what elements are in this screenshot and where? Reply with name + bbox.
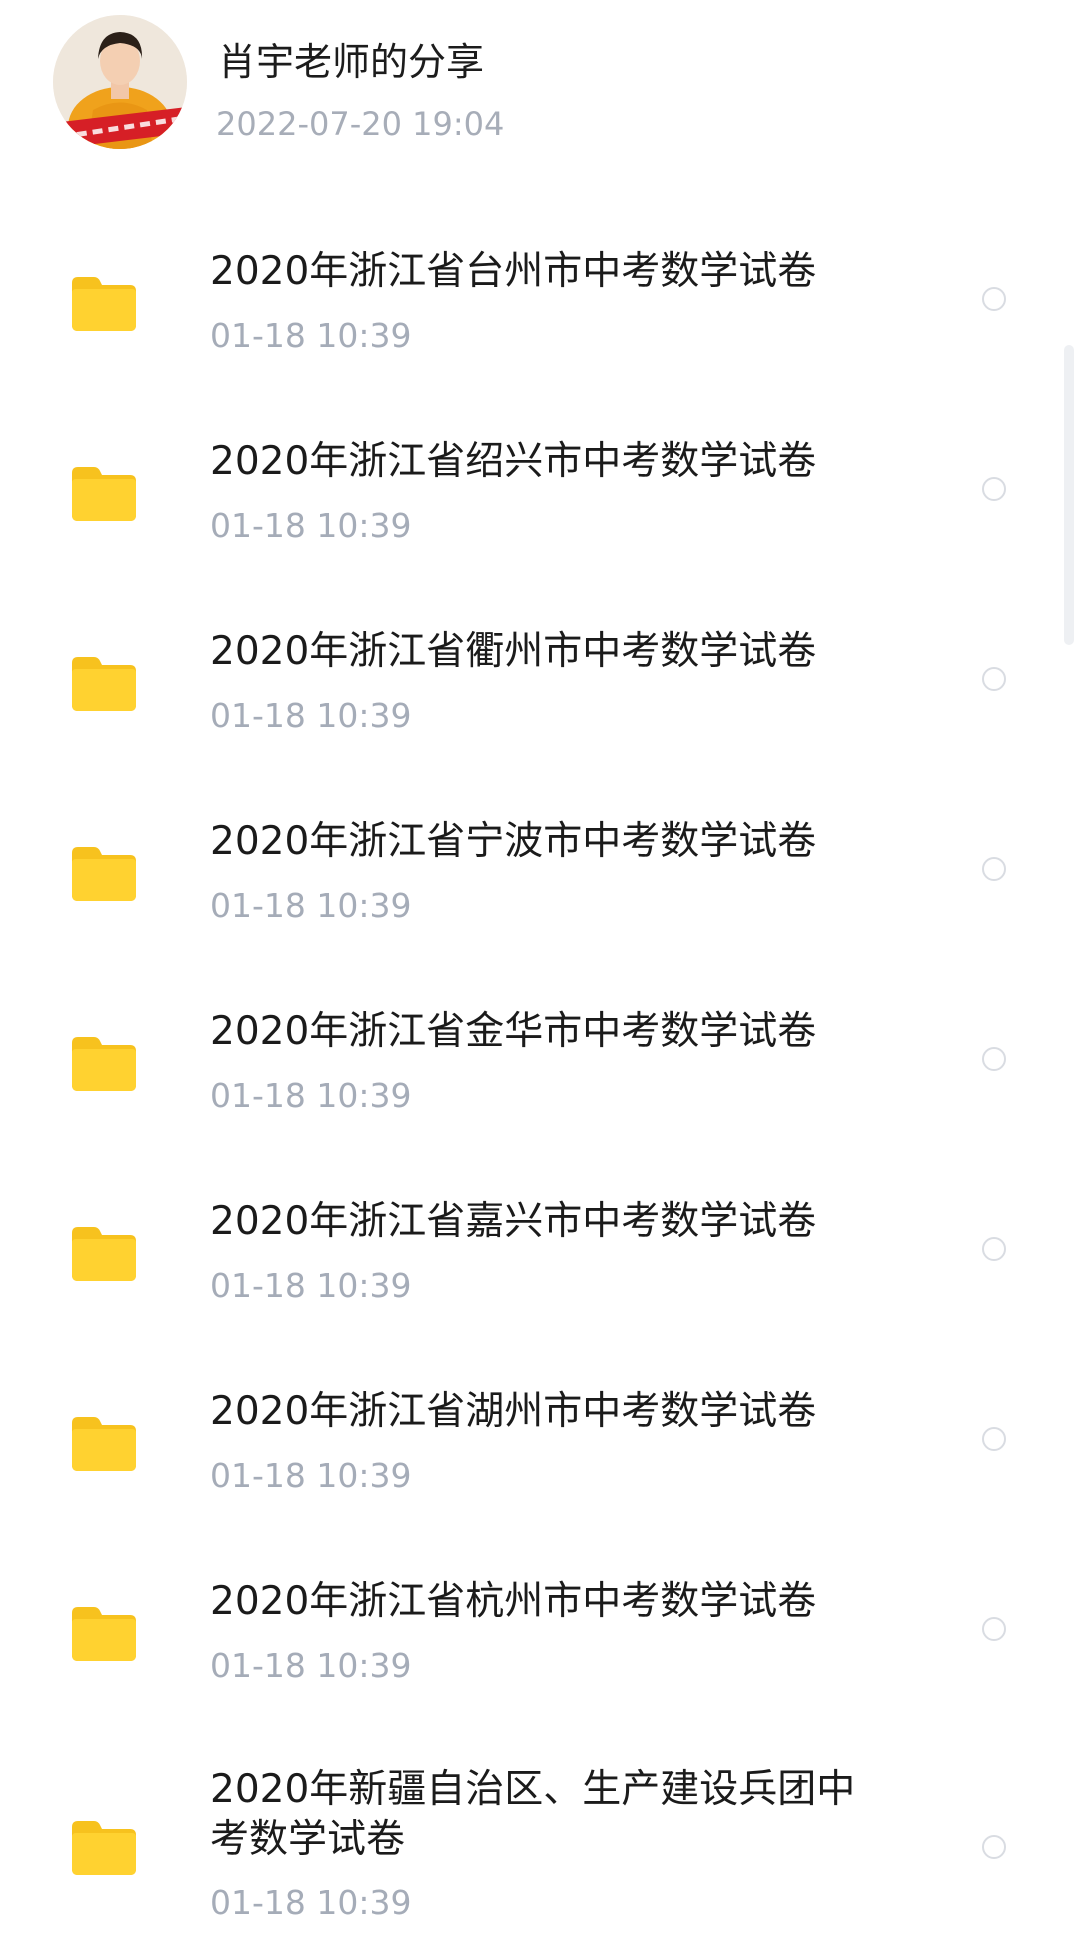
folder-icon bbox=[72, 655, 136, 711]
list-item[interactable]: 2020年浙江省宁波市中考数学试卷 01-18 10:39 bbox=[0, 785, 1079, 965]
select-radio[interactable] bbox=[982, 1617, 1006, 1641]
file-name: 2020年浙江省湖州市中考数学试卷 bbox=[210, 1389, 817, 1434]
select-radio[interactable] bbox=[982, 1047, 1006, 1071]
list-item[interactable]: 2020年浙江省绍兴市中考数学试卷 01-18 10:39 bbox=[0, 405, 1079, 585]
file-date: 01-18 10:39 bbox=[210, 1076, 412, 1115]
list-item[interactable]: 2020年浙江省杭州市中考数学试卷 01-18 10:39 bbox=[0, 1545, 1079, 1725]
folder-icon bbox=[72, 275, 136, 331]
folder-icon bbox=[72, 1035, 136, 1091]
select-radio[interactable] bbox=[982, 1835, 1006, 1859]
list-item[interactable]: 2020年浙江省台州市中考数学试卷 01-18 10:39 bbox=[0, 215, 1079, 395]
list-item[interactable]: 2020年浙江省金华市中考数学试卷 01-18 10:39 bbox=[0, 975, 1079, 1155]
folder-icon bbox=[72, 1605, 136, 1661]
file-date: 01-18 10:39 bbox=[210, 886, 412, 925]
file-list: 2020年浙江省台州市中考数学试卷 01-18 10:39 2020年浙江省绍兴… bbox=[0, 0, 1079, 1940]
file-name: 2020年浙江省衢州市中考数学试卷 bbox=[210, 629, 817, 674]
file-name: 2020年浙江省宁波市中考数学试卷 bbox=[210, 819, 817, 864]
list-item[interactable]: 2020年浙江省湖州市中考数学试卷 01-18 10:39 bbox=[0, 1355, 1079, 1535]
select-radio[interactable] bbox=[982, 287, 1006, 311]
list-item[interactable]: 2020年浙江省嘉兴市中考数学试卷 01-18 10:39 bbox=[0, 1165, 1079, 1345]
select-radio[interactable] bbox=[982, 477, 1006, 501]
select-radio[interactable] bbox=[982, 1427, 1006, 1451]
folder-icon bbox=[72, 1415, 136, 1471]
select-radio[interactable] bbox=[982, 1237, 1006, 1261]
file-date: 01-18 10:39 bbox=[210, 1456, 412, 1495]
folder-icon bbox=[72, 845, 136, 901]
file-date: 01-18 10:39 bbox=[210, 696, 412, 735]
folder-icon bbox=[72, 1819, 136, 1875]
file-date: 01-18 10:39 bbox=[210, 506, 412, 545]
file-name: 2020年浙江省嘉兴市中考数学试卷 bbox=[210, 1199, 817, 1244]
file-date: 01-18 10:39 bbox=[210, 1266, 412, 1305]
folder-icon bbox=[72, 1225, 136, 1281]
select-radio[interactable] bbox=[982, 857, 1006, 881]
file-name: 2020年浙江省绍兴市中考数学试卷 bbox=[210, 439, 817, 484]
list-item[interactable]: 2020年新疆自治区、生产建设兵团中考数学试卷 01-18 10:39 bbox=[0, 1735, 1079, 1940]
file-name: 2020年浙江省金华市中考数学试卷 bbox=[210, 1009, 817, 1054]
select-radio[interactable] bbox=[982, 667, 1006, 691]
file-date: 01-18 10:39 bbox=[210, 1883, 412, 1922]
file-name: 2020年浙江省台州市中考数学试卷 bbox=[210, 249, 817, 294]
list-item[interactable]: 2020年浙江省衢州市中考数学试卷 01-18 10:39 bbox=[0, 595, 1079, 775]
folder-icon bbox=[72, 465, 136, 521]
file-name: 2020年浙江省杭州市中考数学试卷 bbox=[210, 1579, 817, 1624]
file-date: 01-18 10:39 bbox=[210, 316, 412, 355]
file-date: 01-18 10:39 bbox=[210, 1646, 412, 1685]
file-name: 2020年新疆自治区、生产建设兵团中考数学试卷 bbox=[210, 1767, 856, 1862]
